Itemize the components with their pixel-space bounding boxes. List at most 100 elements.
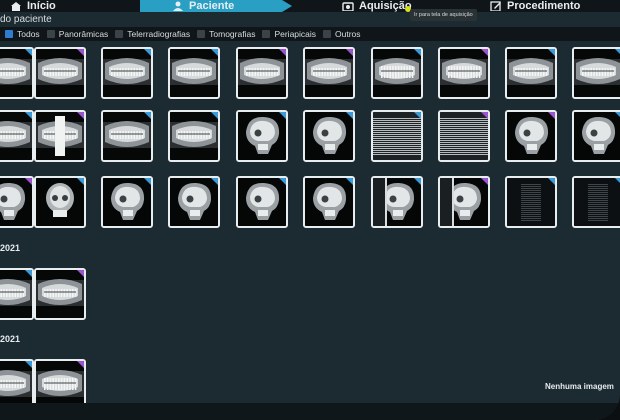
- image-type-tag: [345, 49, 353, 57]
- image-thumbnail[interactable]: [505, 47, 557, 99]
- image-thumbnail[interactable]: [371, 176, 423, 228]
- section-date-label: 2021: [0, 334, 21, 344]
- image-thumbnail[interactable]: [168, 176, 220, 228]
- image-type-tag: [345, 112, 353, 120]
- filter-1[interactable]: Panorâmicas: [46, 29, 109, 39]
- image-thumbnail[interactable]: [572, 176, 620, 228]
- image-type-tag: [24, 49, 32, 57]
- filter-bar: Todos Panorâmicas Telerradiografias Tomogra…: [0, 27, 620, 41]
- image-thumbnail[interactable]: [371, 110, 423, 162]
- home-icon: [10, 1, 22, 11]
- image-thumbnail[interactable]: [34, 176, 86, 228]
- image-type-tag: [143, 49, 151, 57]
- camera-icon: [342, 1, 354, 12]
- image-type-tag: [413, 49, 421, 57]
- image-type-tag: [143, 112, 151, 120]
- filter-checkbox[interactable]: [46, 30, 55, 38]
- filter-4[interactable]: Periapicais: [262, 29, 316, 39]
- image-thumbnail[interactable]: [0, 176, 34, 228]
- image-thumbnail[interactable]: [236, 110, 288, 162]
- image-type-tag: [480, 178, 488, 186]
- image-thumbnail[interactable]: [236, 47, 288, 99]
- nav-step-inicio[interactable]: Início: [0, 0, 138, 12]
- filter-2[interactable]: Telerradiografias: [115, 29, 190, 39]
- image-type-tag: [480, 112, 488, 120]
- edit-icon: [490, 1, 502, 12]
- image-type-tag: [547, 178, 555, 186]
- image-type-tag: [614, 49, 620, 57]
- nav-step-paciente[interactable]: Paciente: [140, 0, 282, 12]
- image-type-tag: [24, 361, 32, 369]
- filter-label: Periapicais: [274, 29, 317, 39]
- image-type-tag: [210, 112, 218, 120]
- image-type-tag: [614, 112, 620, 120]
- filter-checkbox[interactable]: [5, 30, 13, 38]
- filter-label: Telerradiografias: [127, 29, 191, 39]
- image-thumbnail[interactable]: [236, 176, 288, 228]
- nav-step-label: Aquisição: [359, 0, 412, 12]
- filter-label: Outros: [335, 29, 361, 39]
- image-type-tag: [614, 178, 620, 186]
- filter-checkbox[interactable]: [115, 30, 124, 38]
- image-type-tag: [76, 270, 84, 278]
- image-thumbnail[interactable]: [303, 176, 355, 228]
- filter-checkbox[interactable]: [262, 30, 271, 38]
- image-thumbnail[interactable]: [101, 110, 153, 162]
- image-thumbnail[interactable]: [505, 176, 557, 228]
- image-thumbnail[interactable]: [0, 47, 34, 99]
- image-thumbnail[interactable]: [168, 110, 220, 162]
- filter-label: Panorâmicas: [58, 29, 109, 39]
- image-type-tag: [547, 112, 555, 120]
- app-window: Início Paciente Aquisição Procedimento I…: [0, 0, 620, 420]
- image-type-tag: [480, 49, 488, 57]
- image-type-tag: [278, 49, 286, 57]
- filter-label: Tomografias: [209, 29, 256, 39]
- nav-step-label: Procedimento: [507, 0, 581, 12]
- image-type-tag: [24, 112, 32, 120]
- workflow-nav: Início Paciente Aquisição Procedimento: [0, 0, 620, 12]
- image-type-tag: [210, 49, 218, 57]
- filter-3[interactable]: Tomografias: [197, 29, 255, 39]
- filter-checkbox[interactable]: [323, 30, 332, 38]
- image-type-tag: [413, 178, 421, 186]
- nav-step-procedimento[interactable]: Procedimento: [478, 0, 620, 12]
- image-type-tag: [76, 49, 84, 57]
- image-type-tag: [76, 361, 84, 369]
- bottom-bar: [0, 403, 620, 420]
- image-type-tag: [24, 178, 32, 186]
- image-type-tag: [278, 112, 286, 120]
- filter-label: Todos: [17, 29, 40, 39]
- image-thumbnail[interactable]: [34, 110, 86, 162]
- section-date-label: 2021: [0, 243, 21, 253]
- tooltip: Ir para tela de aquisição: [410, 9, 477, 21]
- filter-0[interactable]: Todos: [5, 29, 40, 39]
- image-thumbnail[interactable]: [438, 47, 490, 99]
- image-thumbnail[interactable]: [572, 47, 620, 99]
- empty-message: Nenhuma imagem: [545, 382, 614, 391]
- image-thumbnail[interactable]: [168, 47, 220, 99]
- image-thumbnail[interactable]: [34, 268, 86, 320]
- image-thumbnail[interactable]: [371, 47, 423, 99]
- image-type-tag: [76, 112, 84, 120]
- image-thumbnail[interactable]: [303, 47, 355, 99]
- image-thumbnail[interactable]: [505, 110, 557, 162]
- image-type-tag: [210, 178, 218, 186]
- image-thumbnail[interactable]: [438, 176, 490, 228]
- image-type-tag: [76, 178, 84, 186]
- image-thumbnail[interactable]: [101, 176, 153, 228]
- image-thumbnail[interactable]: [438, 110, 490, 162]
- image-type-tag: [345, 178, 353, 186]
- image-thumbnail[interactable]: [303, 110, 355, 162]
- image-thumbnail[interactable]: [572, 110, 620, 162]
- image-thumbnail[interactable]: [34, 47, 86, 99]
- image-type-tag: [547, 49, 555, 57]
- image-type-tag: [278, 178, 286, 186]
- image-type-tag: [413, 112, 421, 120]
- image-thumbnail[interactable]: [101, 47, 153, 99]
- image-thumbnail[interactable]: [0, 110, 34, 162]
- filter-5[interactable]: Outros: [323, 29, 361, 39]
- nav-step-label: Início: [27, 0, 56, 12]
- filter-checkbox[interactable]: [197, 30, 206, 38]
- image-thumbnail[interactable]: [0, 268, 34, 320]
- image-type-tag: [24, 270, 32, 278]
